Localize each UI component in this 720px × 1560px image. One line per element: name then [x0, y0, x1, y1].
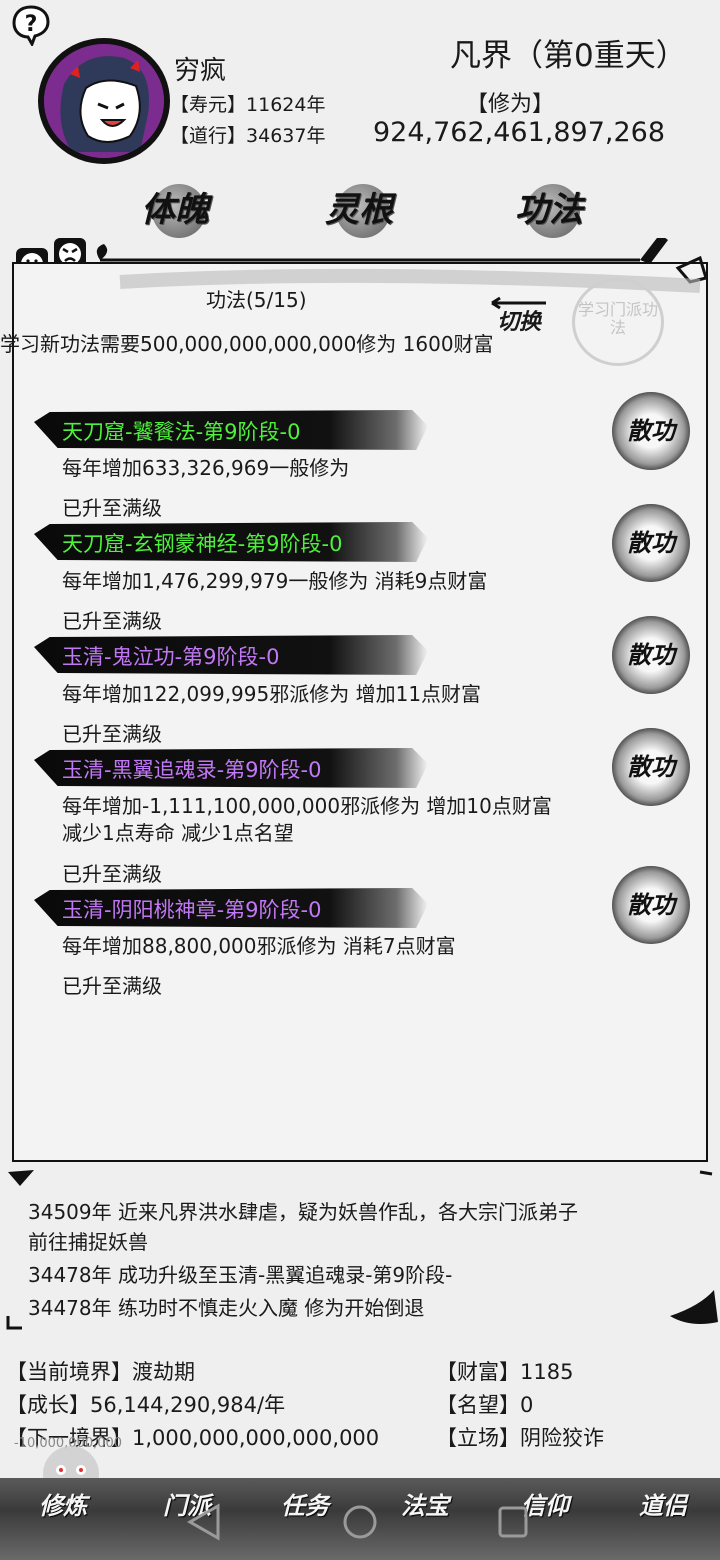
- skill-effect: 每年增加-1,111,100,000,000邪派修为 增加10点财富: [62, 794, 552, 818]
- skill-status: 已升至满级: [62, 974, 162, 998]
- dao-stat: 【道行】34637年: [170, 121, 325, 148]
- disperse-button[interactable]: 散功: [612, 866, 690, 944]
- wealth-label: 【财富】: [436, 1360, 520, 1384]
- skill-effect: 每年增加1,476,299,979一般修为 消耗9点财富: [62, 569, 488, 593]
- growth-label: 【成长】: [6, 1393, 90, 1417]
- learn-requirement: 学习新功法需要500,000,000,000,000修为 1600财富: [0, 332, 494, 356]
- skill-status: 已升至满级: [62, 496, 162, 520]
- skill-effect-extra: 减少1点寿命 减少1点名望: [62, 821, 294, 845]
- fame-value: 0: [520, 1393, 534, 1417]
- learn-sect-technique-button[interactable]: 学习门派功法: [572, 278, 664, 366]
- tab-spirit-root[interactable]: 灵根: [304, 180, 414, 240]
- lifespan-value: 11624年: [246, 94, 326, 116]
- stance-value: 阴险狡诈: [520, 1426, 604, 1450]
- stance-label: 【立场】: [436, 1426, 520, 1450]
- growth-stat: 【成长】56,144,290,984/年: [6, 1389, 285, 1419]
- dao-value: 34637年: [246, 125, 326, 147]
- cultivation-label: 【修为】: [466, 92, 555, 117]
- lifespan-label: 【寿元】: [170, 94, 247, 116]
- skill-effect: 每年增加122,099,995邪派修为 增加11点财富: [62, 682, 482, 706]
- disperse-button[interactable]: 散功: [612, 392, 690, 470]
- system-navigation: [186, 1503, 528, 1541]
- switch-label: 切换: [496, 309, 541, 335]
- avatar[interactable]: [38, 38, 170, 164]
- help-symbol: ?: [25, 12, 38, 37]
- player-name: 穷疯: [174, 56, 227, 86]
- skill-effect: 每年增加88,800,000邪派修为 消耗7点财富: [62, 934, 456, 958]
- panel-title: 功法(5/15): [206, 288, 307, 312]
- log-entry: 34478年 成功升级至玉清-黑翼追魂录-第9阶段-: [28, 1263, 453, 1287]
- skill-status: 已升至满级: [62, 722, 162, 746]
- current-realm-value: 渡劫期: [132, 1360, 195, 1384]
- skill-name: 天刀窟-玄钢蒙神经-第9阶段-0: [62, 532, 343, 556]
- switch-button[interactable]: 切换: [488, 296, 550, 344]
- skill-name: 天刀窟-饕餮法-第9阶段-0: [62, 420, 301, 444]
- tab-body[interactable]: 体魄: [120, 180, 230, 240]
- next-realm-value: 1,000,000,000,000,000: [132, 1426, 380, 1450]
- dao-label: 【道行】: [170, 125, 247, 147]
- techniques-panel: [12, 262, 708, 1162]
- home-icon[interactable]: [343, 1505, 377, 1539]
- back-icon[interactable]: [186, 1503, 220, 1541]
- growth-value: 56,144,290,984/年: [90, 1393, 286, 1417]
- lifespan-stat: 【寿元】11624年: [170, 90, 325, 117]
- help-icon[interactable]: ?: [10, 4, 52, 46]
- arrow-left-icon: [491, 296, 546, 310]
- skill-name: 玉清-阴阳桃神章-第9阶段-0: [62, 898, 322, 922]
- recent-apps-icon[interactable]: [498, 1506, 528, 1538]
- disperse-button[interactable]: 散功: [612, 616, 690, 694]
- log-entry: 前往捕捉妖兽: [28, 1230, 148, 1254]
- wealth-value: 1185: [520, 1360, 574, 1384]
- fame-stat: 【名望】0: [436, 1389, 533, 1419]
- disperse-button[interactable]: 散功: [612, 728, 690, 806]
- realm-title: 凡界（第0重天）: [450, 38, 687, 74]
- skill-name: 玉清-黑翼追魂录-第9阶段-0: [62, 758, 322, 782]
- current-realm-label: 【当前境界】: [6, 1360, 132, 1384]
- skill-effect: 每年增加633,326,969一般修为: [62, 456, 350, 480]
- log-entry: 34509年 近来凡界洪水肆虐，疑为妖兽作乱，各大宗门派弟子: [28, 1200, 578, 1224]
- current-realm-stat: 【当前境界】渡劫期: [6, 1356, 195, 1386]
- skill-name: 玉清-鬼泣功-第9阶段-0: [62, 645, 280, 669]
- skill-status: 已升至满级: [62, 862, 162, 886]
- character-portrait-icon: [44, 44, 164, 158]
- log-entry: 34478年 练功时不慎走火入魔 修为开始倒退: [28, 1296, 425, 1320]
- wealth-stat: 【财富】1185: [436, 1356, 573, 1386]
- tab-techniques[interactable]: 功法: [494, 180, 604, 240]
- stance-stat: 【立场】阴险狡诈: [436, 1422, 604, 1452]
- cultivation-value: 924,762,461,897,268: [373, 117, 666, 148]
- disperse-button[interactable]: 散功: [612, 504, 690, 582]
- skill-status: 已升至满级: [62, 609, 162, 633]
- fame-label: 【名望】: [436, 1393, 520, 1417]
